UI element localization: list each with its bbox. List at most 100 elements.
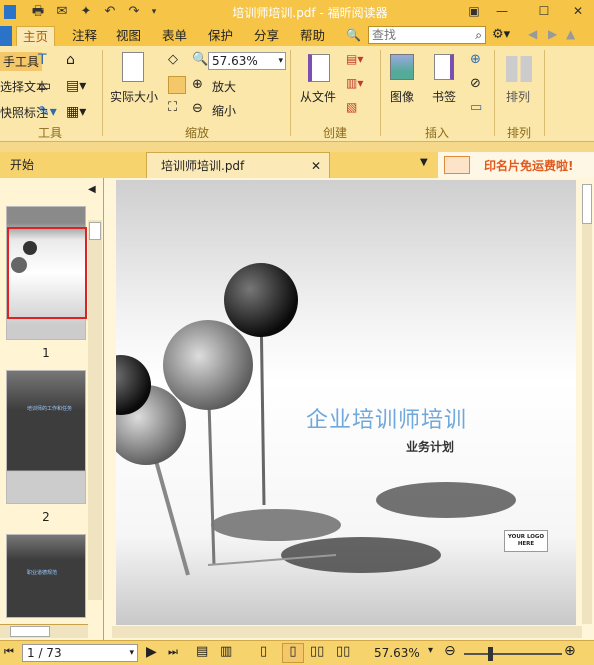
- undo-icon[interactable]: ↶: [102, 4, 118, 20]
- zoom-dropdown-icon[interactable]: ▾: [428, 645, 433, 656]
- zoom-in-icon[interactable]: ⊕: [192, 77, 203, 92]
- file-menu-button[interactable]: [0, 26, 12, 46]
- page-dropdown-icon[interactable]: ▾: [129, 645, 134, 661]
- search-input[interactable]: [369, 27, 465, 43]
- next-view-icon[interactable]: ▥: [220, 644, 232, 659]
- settings-icon[interactable]: ⚙▾: [492, 27, 510, 42]
- chevron-down-icon[interactable]: ▾: [278, 53, 283, 69]
- card-icon: [444, 156, 470, 174]
- zoom-value-field[interactable]: 57.63% ▾: [208, 52, 286, 70]
- page-thumbnail[interactable]: 培训师的工作和任务: [6, 370, 86, 504]
- zoom-slider-handle[interactable]: [488, 647, 493, 661]
- arrange-button[interactable]: 排列: [506, 88, 530, 105]
- restore-ribbon-icon[interactable]: ▣: [462, 2, 486, 20]
- bookmark-icon[interactable]: [434, 54, 454, 80]
- create-scan-icon[interactable]: ▥▾: [346, 76, 363, 90]
- image-icon[interactable]: [390, 54, 414, 80]
- create-clipboard-icon[interactable]: ▧: [346, 100, 357, 114]
- search-icon[interactable]: ⌕: [475, 28, 482, 43]
- single-page-icon[interactable]: ▯: [260, 644, 267, 659]
- link-icon[interactable]: ⊕: [470, 52, 481, 67]
- nav-forward-icon[interactable]: ▶: [548, 27, 557, 41]
- minimize-button[interactable]: —: [490, 2, 514, 20]
- tab-start[interactable]: 开始: [0, 152, 142, 178]
- find-tool-icon[interactable]: 🔍: [346, 28, 362, 42]
- page-number: 2: [42, 510, 50, 524]
- next-page-icon[interactable]: ▶: [146, 644, 157, 660]
- tab-comment[interactable]: 注释: [66, 26, 103, 46]
- h-scroll-thumb[interactable]: [10, 626, 50, 637]
- hand-tool-button[interactable]: 手工具: [0, 52, 43, 71]
- continuous-facing-icon[interactable]: ▯▯: [336, 644, 350, 659]
- from-file-icon[interactable]: [308, 54, 330, 82]
- logo-placeholder: YOUR LOGO HERE: [504, 530, 548, 552]
- typewriter-icon[interactable]: T: [38, 52, 47, 68]
- tabs-dropdown-icon[interactable]: ▼: [420, 157, 428, 168]
- close-tab-icon[interactable]: ✕: [311, 153, 321, 179]
- video-icon[interactable]: ▭: [470, 100, 482, 115]
- separator: [494, 50, 495, 136]
- from-file-button[interactable]: 从文件: [300, 88, 336, 105]
- zoom-out-status-icon[interactable]: ⊖: [444, 643, 456, 659]
- panel-scrollbar[interactable]: [88, 220, 102, 600]
- viewer-hscrollbar[interactable]: [112, 626, 582, 638]
- scroll-thumb[interactable]: [89, 222, 101, 240]
- tab-help[interactable]: 帮助: [294, 26, 331, 46]
- document-tabs: 开始 培训师培训.pdf ✕ ▼ 印名片免运费啦!: [0, 152, 594, 178]
- maximize-button[interactable]: ☐: [532, 2, 556, 20]
- arrange-icon[interactable]: [506, 56, 532, 82]
- close-button[interactable]: ✕: [566, 2, 590, 20]
- viewer-scroll-thumb[interactable]: [582, 184, 592, 224]
- email-icon[interactable]: ✉: [54, 4, 70, 20]
- clipboard-icon[interactable]: ▤▾: [66, 78, 86, 94]
- table-icon[interactable]: ▦▾: [66, 104, 86, 120]
- tab-protect[interactable]: 保护: [202, 26, 239, 46]
- bookmark-button[interactable]: 书签: [432, 88, 456, 105]
- fit-width-icon[interactable]: ⛶: [168, 100, 177, 115]
- nav-up-icon[interactable]: ▲: [566, 27, 575, 41]
- select-zoom-icon[interactable]: [168, 76, 186, 94]
- zoom-out-button[interactable]: 缩小: [212, 102, 236, 119]
- ad-banner[interactable]: 印名片免运费啦!: [438, 152, 594, 178]
- actual-size-icon[interactable]: [122, 52, 144, 82]
- pen-icon[interactable]: ✎▾: [38, 104, 57, 120]
- zoom-in-button[interactable]: 放大: [212, 78, 236, 95]
- search-box[interactable]: ⌕: [368, 26, 486, 44]
- print-icon[interactable]: 🖶: [30, 4, 46, 20]
- status-bar: ⏮ 1 / 73 ▾ ▶ ⏭ ▤ ▥ ▯ ▯ ▯▯ ▯▯ 57.63% ▾ ⊖ …: [0, 640, 594, 665]
- page-thumbnail[interactable]: [6, 206, 87, 340]
- continuous-page-icon[interactable]: ▯: [282, 643, 304, 663]
- previous-view-icon[interactable]: ▤: [196, 644, 208, 659]
- first-page-icon[interactable]: ⏮: [4, 645, 14, 659]
- tab-home[interactable]: 主页: [16, 26, 56, 46]
- new-icon[interactable]: ✦: [78, 4, 94, 20]
- separator: [290, 50, 291, 136]
- camera-icon[interactable]: ⌂: [66, 52, 75, 68]
- zoom-tool-icon[interactable]: 🔍: [192, 52, 208, 67]
- tab-file[interactable]: 培训师培训.pdf ✕: [146, 152, 330, 178]
- fit-page-icon[interactable]: ◇: [168, 52, 178, 67]
- actual-size-button[interactable]: 实际大小: [110, 88, 158, 105]
- zoom-slider[interactable]: [464, 647, 562, 661]
- tab-share[interactable]: 分享: [248, 26, 285, 46]
- tab-view[interactable]: 视图: [110, 26, 147, 46]
- comment-icon[interactable]: ▭: [38, 78, 51, 94]
- panel-hscrollbar[interactable]: [0, 624, 88, 638]
- viewer-scrollbar[interactable]: [582, 184, 592, 624]
- zoom-out-icon[interactable]: ⊖: [192, 101, 203, 116]
- create-blank-icon[interactable]: ▤▾: [346, 52, 363, 66]
- last-page-icon[interactable]: ⏭: [168, 645, 178, 659]
- title-bar: 🖶 ✉ ✦ ↶ ↷ ▾ 培训师培训.pdf - 福昕阅读器 ▣ — ☐ ✕: [0, 0, 594, 24]
- redo-icon[interactable]: ↷: [126, 4, 142, 20]
- attachment-icon[interactable]: ⊘: [470, 76, 481, 91]
- page-thumbnail[interactable]: 职业道德规范: [6, 534, 86, 618]
- collapse-panel-icon[interactable]: ◀: [88, 184, 96, 195]
- image-button[interactable]: 图像: [390, 88, 414, 105]
- facing-page-icon[interactable]: ▯▯: [310, 644, 324, 659]
- page-number-field[interactable]: 1 / 73 ▾: [22, 644, 138, 662]
- tab-file-label: 培训师培训.pdf: [161, 159, 245, 173]
- zoom-in-status-icon[interactable]: ⊕: [564, 643, 576, 659]
- nav-back-icon[interactable]: ◀: [528, 27, 537, 41]
- tab-form[interactable]: 表单: [156, 26, 193, 46]
- pdf-page[interactable]: 企业培训师培训 业务计划 YOUR LOGO HERE: [116, 180, 576, 625]
